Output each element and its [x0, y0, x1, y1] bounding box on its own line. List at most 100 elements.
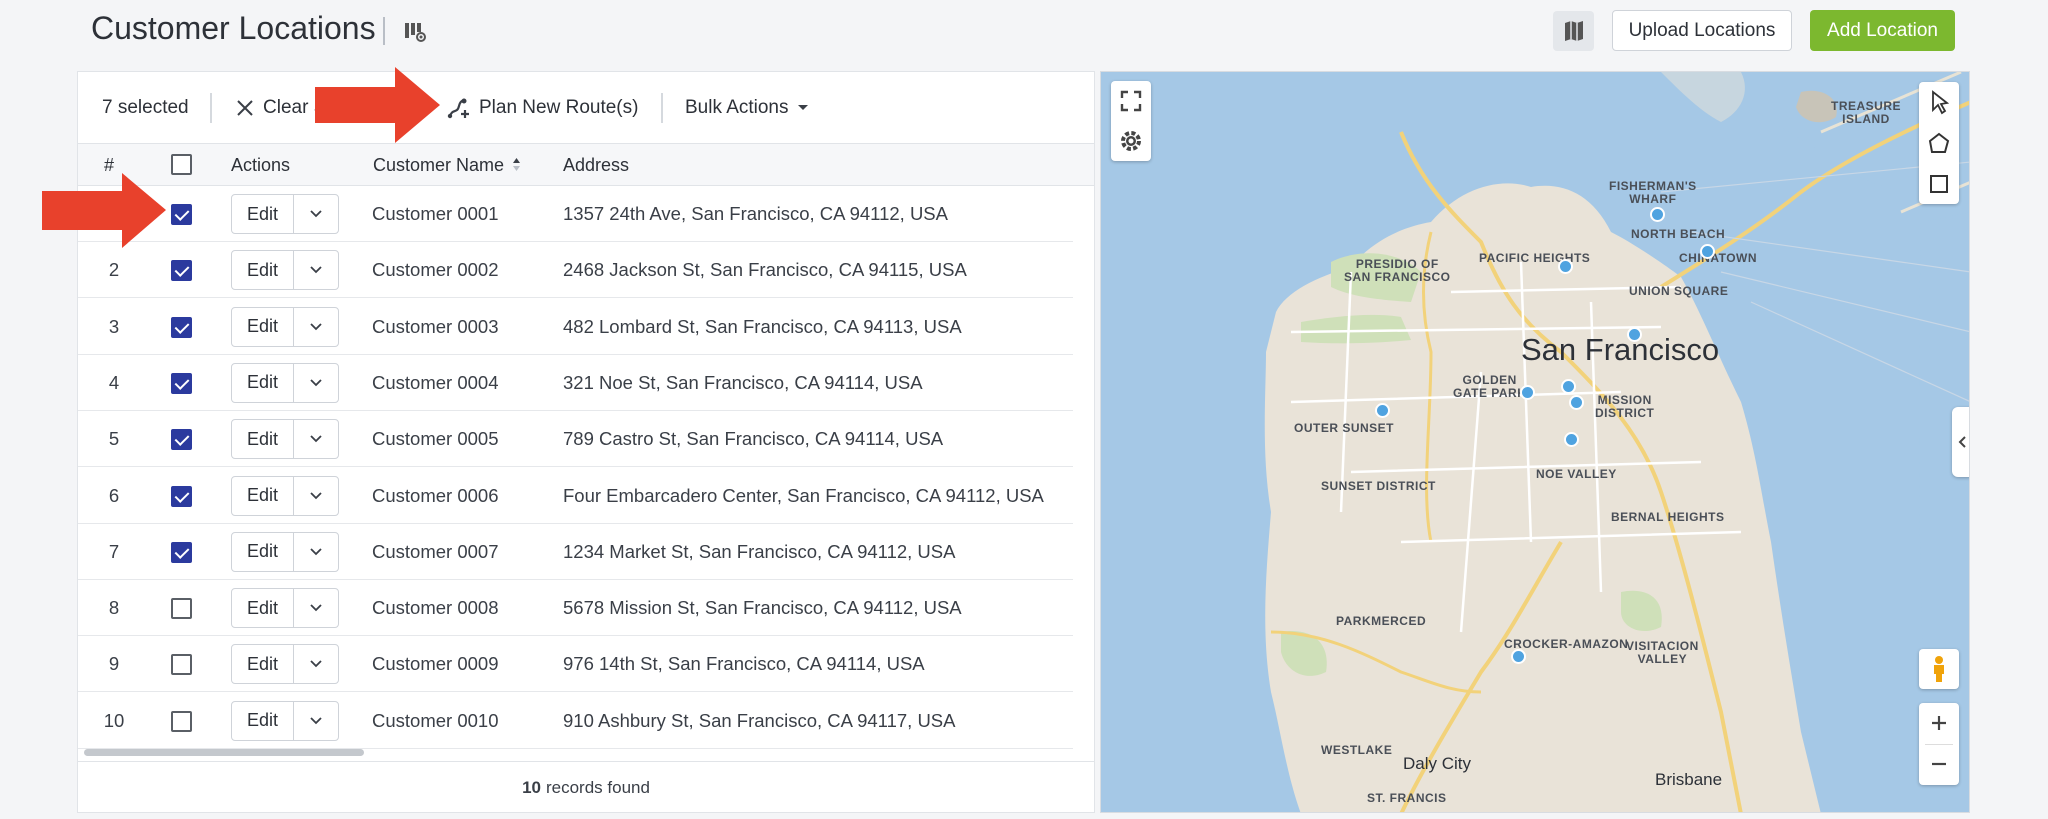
- row-number: 4: [108, 371, 120, 393]
- row-number: 3: [108, 315, 120, 337]
- row-checkbox[interactable]: [171, 429, 192, 451]
- table-header: # Actions Customer Name Address: [78, 144, 1094, 186]
- table-row[interactable]: 6 Edit Customer 0006 Four Embarcadero Cente…: [78, 468, 1073, 524]
- title-divider: [383, 17, 385, 45]
- map-list-icon[interactable]: [403, 20, 427, 44]
- row-number: 7: [108, 540, 120, 562]
- row-actions-dropdown[interactable]: [294, 645, 338, 683]
- row-actions-dropdown[interactable]: [294, 420, 338, 458]
- map-label-bernal-heights: BERNAL HEIGHTS: [1611, 510, 1725, 524]
- table-row[interactable]: 2 Edit Customer 0002 2468 Jackson St, San F…: [78, 242, 1073, 299]
- pointer-icon[interactable]: [1919, 82, 1959, 122]
- street-view-control[interactable]: [1919, 649, 1959, 689]
- edit-button[interactable]: Edit: [232, 251, 294, 290]
- location-pin[interactable]: [1520, 385, 1535, 400]
- row-actions-dropdown[interactable]: [294, 477, 338, 515]
- edit-button[interactable]: Edit: [232, 476, 294, 515]
- bulk-actions-dropdown[interactable]: Bulk Actions: [685, 94, 809, 122]
- edit-button[interactable]: Edit: [232, 420, 294, 459]
- toolbar-divider: [210, 93, 212, 123]
- location-pin[interactable]: [1650, 207, 1665, 222]
- clear-selection-button[interactable]: Clear S: [236, 94, 326, 122]
- row-checkbox[interactable]: [171, 541, 192, 563]
- map-canvas[interactable]: [1101, 72, 1970, 813]
- row-actions: Edit: [231, 588, 339, 629]
- address-cell: 5678 Mission St, San Francisco, CA 94112…: [563, 597, 962, 619]
- row-actions-dropdown[interactable]: [294, 308, 338, 346]
- row-checkbox[interactable]: [171, 204, 192, 225]
- map-view-toggle[interactable]: [1553, 11, 1594, 51]
- location-pin[interactable]: [1700, 244, 1715, 259]
- sort-icon: [513, 158, 521, 171]
- location-pin[interactable]: [1569, 395, 1584, 410]
- table-row[interactable]: 7 Edit Customer 0007 1234 Market St, San Fr…: [78, 524, 1073, 580]
- fullscreen-icon[interactable]: [1111, 81, 1151, 121]
- map-label-brisbane: Brisbane: [1655, 770, 1723, 789]
- zoom-controls: [1919, 703, 1959, 785]
- location-pin[interactable]: [1561, 379, 1576, 394]
- table-row[interactable]: Edit Customer 0001 1357 24th Ave, San Fran…: [78, 186, 1073, 242]
- row-actions: Edit: [231, 250, 339, 291]
- column-header-actions: Actions: [231, 155, 291, 175]
- row-checkbox[interactable]: [171, 372, 192, 394]
- table-row[interactable]: 4 Edit Customer 0004 321 Noe St, San Franci…: [78, 355, 1073, 411]
- address-cell: 910 Ashbury St, San Francisco, CA 94117,…: [563, 709, 956, 731]
- row-checkbox[interactable]: [171, 485, 192, 507]
- selected-count: 7 selected: [102, 97, 189, 118]
- edit-button[interactable]: Edit: [232, 645, 294, 684]
- address-cell: Four Embarcadero Center, San Francisco, …: [563, 484, 1044, 506]
- row-checkbox[interactable]: [171, 710, 192, 732]
- row-actions-dropdown[interactable]: [294, 364, 338, 402]
- column-header-customer-name[interactable]: Customer Name: [373, 155, 521, 176]
- row-actions-dropdown[interactable]: [294, 589, 338, 627]
- map-label-noe-valley: NOE VALLEY: [1536, 467, 1617, 481]
- row-checkbox[interactable]: [171, 598, 192, 620]
- plan-new-routes-label: Plan New Route(s): [479, 97, 639, 118]
- plan-new-routes-button[interactable]: Plan New Route(s): [447, 94, 638, 122]
- table-row[interactable]: 10 Edit Customer 0010 910 Ashbury St, San F…: [78, 693, 1073, 749]
- edit-button[interactable]: Edit: [232, 195, 294, 233]
- row-actions-dropdown[interactable]: [294, 533, 338, 571]
- add-location-button[interactable]: Add Location: [1810, 10, 1955, 51]
- row-actions-dropdown[interactable]: [294, 251, 338, 289]
- row-actions-dropdown[interactable]: [294, 195, 338, 233]
- location-pin[interactable]: [1564, 432, 1579, 447]
- horizontal-scrollbar[interactable]: [84, 749, 364, 756]
- edit-button[interactable]: Edit: [232, 307, 294, 346]
- table-row[interactable]: 3 Edit Customer 0003 482 Lombard St, San Fr…: [78, 299, 1073, 355]
- zoom-in-icon[interactable]: [1919, 703, 1959, 744]
- edit-button[interactable]: Edit: [232, 532, 294, 571]
- location-pin[interactable]: [1558, 259, 1573, 274]
- rectangle-icon[interactable]: [1919, 164, 1959, 204]
- edit-button[interactable]: Edit: [232, 589, 294, 628]
- upload-locations-button[interactable]: Upload Locations: [1612, 10, 1792, 51]
- row-checkbox[interactable]: [171, 654, 192, 676]
- table-row[interactable]: 8 Edit Customer 0008 5678 Mission St, San F…: [78, 580, 1073, 637]
- customer-name-cell: Customer 0010: [372, 709, 499, 731]
- table-row[interactable]: 5 Edit Customer 0005 789 Castro St, San Fra…: [78, 411, 1073, 468]
- customer-name-cell: Customer 0002: [372, 259, 499, 281]
- polygon-icon[interactable]: [1919, 123, 1959, 163]
- collapse-panel-tab[interactable]: [1952, 407, 1969, 477]
- map-label-daly-city: Daly City: [1403, 754, 1472, 773]
- row-checkbox[interactable]: [171, 260, 192, 282]
- select-all-checkbox[interactable]: [171, 154, 192, 175]
- gear-icon[interactable]: [1111, 121, 1151, 161]
- location-pin[interactable]: [1511, 649, 1526, 664]
- map-view[interactable]: TREASURE ISLAND FISHERMAN'S WHARF NORTH …: [1100, 71, 1970, 813]
- table-row[interactable]: 9 Edit Customer 0009 976 14th St, San Franc…: [78, 636, 1073, 693]
- row-actions-dropdown[interactable]: [294, 702, 338, 740]
- location-pin[interactable]: [1375, 403, 1390, 418]
- edit-button[interactable]: Edit: [232, 363, 294, 402]
- pegman-icon: [1934, 656, 1944, 682]
- zoom-out-icon[interactable]: [1919, 744, 1959, 785]
- annotation-arrow-plan-route: [315, 67, 440, 143]
- customer-name-cell: Customer 0003: [372, 315, 499, 337]
- customer-name-cell: Customer 0005: [372, 428, 499, 450]
- selection-toolbar: 7 selected Clear S Plan New Route(s) Bul…: [78, 72, 1094, 144]
- map-label-crocker-amazon: CROCKER-AMAZON: [1504, 637, 1629, 651]
- location-pin[interactable]: [1627, 327, 1642, 342]
- row-checkbox[interactable]: [171, 316, 192, 338]
- chevron-down-icon: [310, 322, 322, 330]
- edit-button[interactable]: Edit: [232, 701, 294, 740]
